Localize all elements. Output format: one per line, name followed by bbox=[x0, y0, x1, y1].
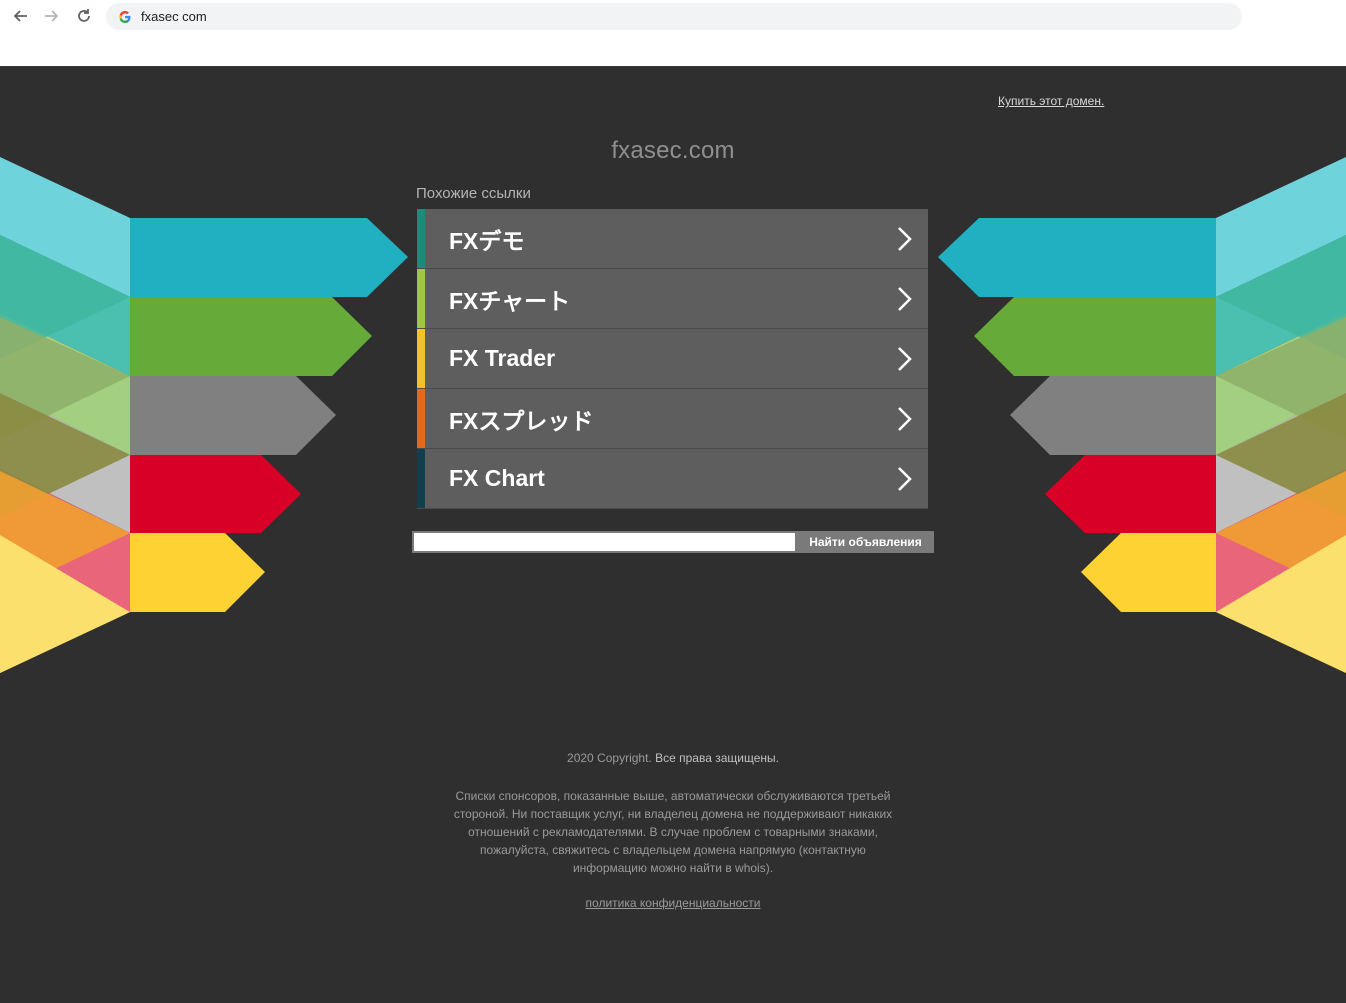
related-link-label: FX Trader bbox=[449, 345, 556, 371]
chevron-right-icon bbox=[898, 467, 912, 491]
related-links-list: FXデモ FXチャート FX Trader FXスプレッド FX Chart bbox=[417, 209, 928, 509]
ad-search-input[interactable] bbox=[412, 531, 797, 553]
chevron-right-icon bbox=[898, 407, 912, 431]
reload-icon[interactable] bbox=[72, 4, 96, 28]
chevron-right-icon bbox=[898, 227, 912, 251]
link-color-stripe bbox=[417, 329, 425, 388]
related-links-label: Похожие ссылки bbox=[416, 185, 531, 202]
privacy-policy-link[interactable]: политика конфиденциальности bbox=[586, 896, 761, 910]
related-link-fx-trader[interactable]: FX Trader bbox=[417, 329, 928, 389]
link-color-stripe bbox=[417, 269, 425, 328]
disclaimer-text: Списки спонсоров, показанные выше, автом… bbox=[453, 789, 893, 875]
related-link-fx-demo[interactable]: FXデモ bbox=[417, 209, 928, 269]
link-color-stripe bbox=[417, 389, 425, 448]
parked-domain-page: Купить этот домен. fxasec.com Похожие сс… bbox=[0, 67, 1346, 1003]
link-color-stripe bbox=[417, 209, 425, 268]
google-icon bbox=[118, 10, 132, 24]
ad-search-form: Найти объявления bbox=[412, 531, 934, 553]
related-link-fx-spread[interactable]: FXスプレッド bbox=[417, 389, 928, 449]
address-bar[interactable]: fxasec com bbox=[106, 3, 1242, 30]
buy-domain-link[interactable]: Купить этот домен. bbox=[998, 94, 1104, 108]
related-link-fx-chart[interactable]: FX Chart bbox=[417, 449, 928, 509]
related-link-label: FXスプレッド bbox=[449, 407, 594, 434]
related-link-label: FX Chart bbox=[449, 465, 545, 491]
related-link-label: FXデモ bbox=[449, 227, 525, 254]
url-text: fxasec com bbox=[141, 9, 207, 24]
copyright-year: 2020 Copyright. bbox=[567, 751, 652, 765]
chevron-right-icon bbox=[898, 347, 912, 371]
related-link-label: FXチャート bbox=[449, 287, 571, 314]
back-arrow-icon[interactable] bbox=[8, 4, 32, 28]
chevron-right-icon bbox=[898, 287, 912, 311]
privacy-policy-container: политика конфиденциальности bbox=[0, 896, 1346, 910]
domain-title: fxasec.com bbox=[611, 137, 735, 164]
forward-arrow-icon[interactable] bbox=[40, 4, 64, 28]
link-color-stripe bbox=[417, 449, 425, 508]
find-ads-button[interactable]: Найти объявления bbox=[797, 531, 934, 553]
related-link-fx-chart-jp[interactable]: FXチャート bbox=[417, 269, 928, 329]
copyright-line: 2020 Copyright. Все права защищены. bbox=[0, 751, 1346, 765]
copyright-rights: Все права защищены. bbox=[655, 751, 779, 765]
browser-toolbar: fxasec com bbox=[0, 0, 1346, 67]
